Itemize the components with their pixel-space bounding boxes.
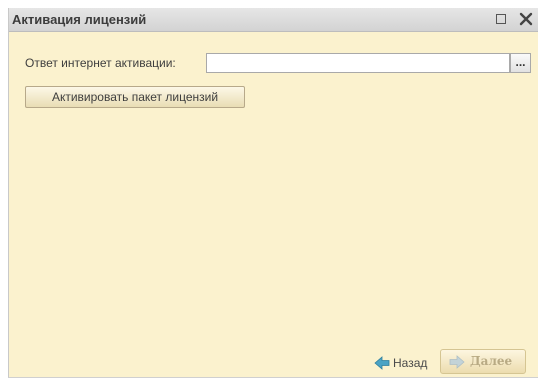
back-label: Назад bbox=[393, 356, 428, 370]
maximize-icon[interactable] bbox=[496, 14, 506, 24]
arrow-right-icon bbox=[449, 355, 465, 369]
license-activation-window: Активация лицензий Ответ интернет актива… bbox=[8, 8, 538, 378]
activation-response-label: Ответ интернет активации: bbox=[25, 56, 176, 70]
next-button[interactable]: Далее bbox=[440, 349, 526, 374]
next-label: Далее bbox=[470, 354, 513, 368]
choose-button[interactable]: ... bbox=[510, 53, 531, 73]
arrow-left-icon bbox=[374, 356, 390, 370]
activation-response-input[interactable] bbox=[206, 53, 510, 73]
activate-license-pack-button[interactable]: Активировать пакет лицензий bbox=[25, 86, 245, 108]
close-icon[interactable] bbox=[518, 11, 534, 27]
title-bar: Активация лицензий bbox=[9, 8, 538, 32]
window-title: Активация лицензий bbox=[12, 12, 147, 27]
